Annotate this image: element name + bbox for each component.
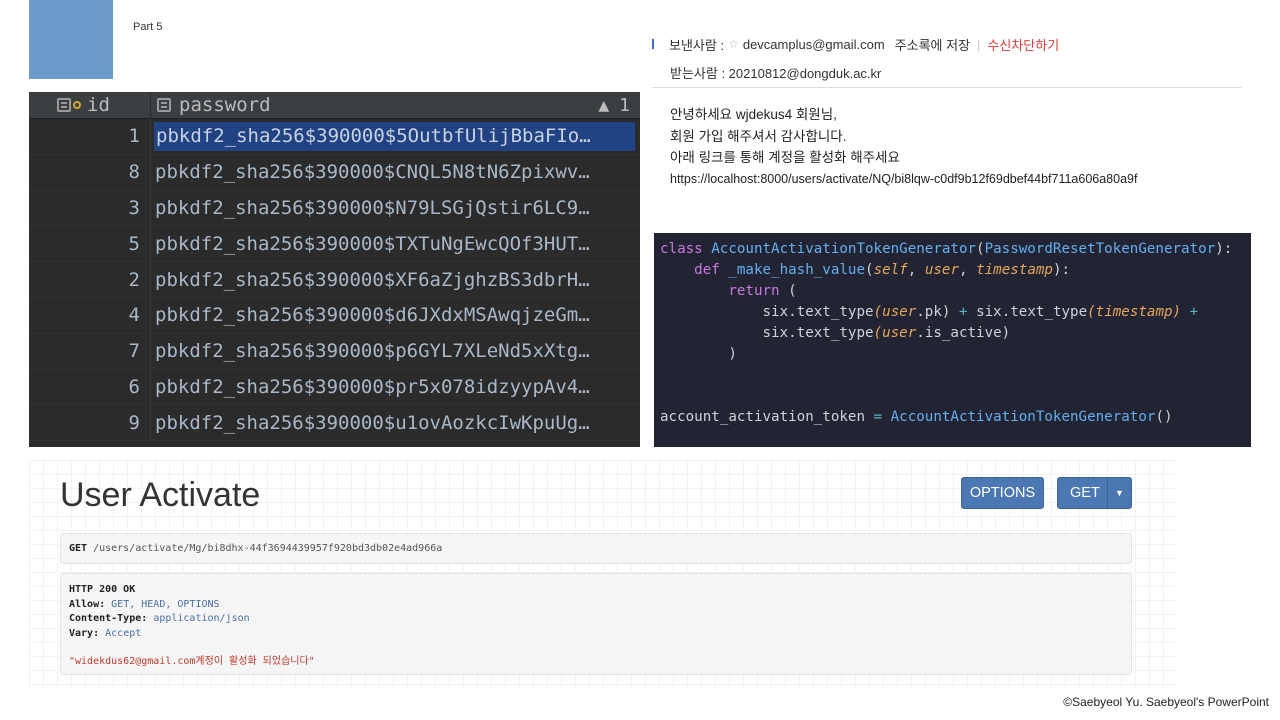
column-icon — [157, 98, 171, 112]
cell-id: 1 — [29, 119, 151, 154]
browsable-api-panel: User Activate OPTIONS GET ▼ GET /users/a… — [29, 460, 1177, 690]
code-line: six.text_type(user.is_active) — [762, 325, 1011, 341]
email-message: 보낸사람 : ☆ devcamplus@gmail.com 주소록에 저장 | … — [652, 30, 1242, 190]
column-password-label: password — [179, 94, 271, 116]
response-header: Allow: GET, HEAD, OPTIONS — [69, 598, 220, 610]
activation-link[interactable]: https://localhost:8000/users/activate/NQ… — [670, 169, 1242, 191]
table-row[interactable]: 9 pbkdf2_sha256$390000$u1ovAozkcIwKpuUg… — [29, 405, 640, 442]
table-row[interactable]: 3 pbkdf2_sha256$390000$N79LSGjQstir6LC9… — [29, 190, 640, 227]
code-line: ) — [728, 346, 737, 362]
cell-password[interactable]: pbkdf2_sha256$390000$CNQL5N8tN6Zpixwv… — [151, 155, 640, 190]
column-id-label: id — [87, 94, 110, 116]
cell-password[interactable]: pbkdf2_sha256$390000$u1ovAozkcIwKpuUg… — [151, 405, 640, 440]
column-icon — [57, 98, 71, 112]
response-info: HTTP 200 OK Allow: GET, HEAD, OPTIONS Co… — [60, 573, 1132, 675]
menu-icon[interactable] — [652, 39, 661, 49]
cell-password[interactable]: pbkdf2_sha256$390000$XF6aZjghzBS3dbrH… — [151, 262, 640, 297]
get-button[interactable]: GET ▼ — [1057, 477, 1132, 509]
code-line: class AccountActivationTokenGenerator(Pa… — [660, 241, 1233, 257]
code-line: account_activation_token = AccountActiva… — [660, 409, 1173, 425]
sort-up-icon: ▲ — [598, 94, 610, 116]
key-icon — [73, 101, 81, 109]
code-snippet: class AccountActivationTokenGenerator(Pa… — [654, 233, 1251, 447]
table-row[interactable]: 6 pbkdf2_sha256$390000$pr5x078idzyypAv4… — [29, 369, 640, 406]
cell-password[interactable]: pbkdf2_sha256$390000$pr5x078idzyypAv4… — [151, 370, 640, 405]
cell-password[interactable]: pbkdf2_sha256$390000$5OutbfUlijBbaFIo… — [154, 121, 635, 151]
cell-password[interactable]: pbkdf2_sha256$390000$TXTuNgEwcQOf3HUT… — [151, 226, 640, 261]
request-url[interactable]: /users/activate/Mg/bi8dhx-44f3694439957f… — [93, 543, 442, 554]
db-header: id password ▲ 1 — [29, 92, 640, 119]
cell-id: 3 — [29, 190, 151, 226]
star-icon[interactable]: ☆ — [728, 37, 739, 51]
mail-to-row: 받는사람 : 20210812@dongduk.ac.kr — [670, 65, 882, 81]
slide-footer: ©Saebyeol Yu. Saebyeol's PowerPoint — [1063, 695, 1269, 709]
save-contact-link[interactable]: 주소록에 저장 — [895, 35, 970, 54]
cell-id: 5 — [29, 226, 151, 262]
column-header-id[interactable]: id — [29, 92, 151, 118]
caret-down-icon[interactable]: ▼ — [1107, 478, 1131, 508]
cell-password[interactable]: pbkdf2_sha256$390000$N79LSGjQstir6LC9… — [151, 191, 640, 226]
sort-indicator[interactable]: ▲ 1 — [598, 95, 640, 116]
options-button[interactable]: OPTIONS — [961, 477, 1044, 509]
code-line: six.text_type(user.pk) + six.text_type(t… — [762, 304, 1199, 320]
response-status: HTTP 200 OK — [69, 584, 136, 595]
cell-id: 6 — [29, 369, 151, 405]
table-row[interactable]: 1 pbkdf2_sha256$390000$5OutbfUlijBbaFIo… — [29, 119, 640, 155]
table-row[interactable]: 2 pbkdf2_sha256$390000$XF6aZjghzBS3dbrH… — [29, 262, 640, 298]
db-results-table: id password ▲ 1 1 pbkdf2_sha256$390000$5Ou… — [29, 92, 640, 447]
get-button-label: GET — [1070, 485, 1100, 501]
from-label: 보낸사람 : — [669, 37, 725, 53]
mail-body-line: 안녕하세요 wjdekus4 회원님, — [670, 107, 837, 122]
table-row[interactable]: 5 pbkdf2_sha256$390000$TXTuNgEwcQOf3HUT… — [29, 226, 640, 263]
cell-id: 7 — [29, 333, 151, 369]
response-body: "widekdus62@gmail.com계정이 활성화 되었습니다" — [69, 656, 315, 667]
request-info: GET /users/activate/Mg/bi8dhx-44f3694439… — [60, 533, 1132, 564]
cell-password[interactable]: pbkdf2_sha256$390000$d6JXdxMSAwqjzeGm… — [151, 298, 640, 333]
table-row[interactable]: 4 pbkdf2_sha256$390000$d6JXdxMSAwqjzeGm… — [29, 297, 640, 334]
cell-id: 9 — [29, 405, 151, 441]
mail-body-line: 회원 가입 해주셔서 감사합니다. — [670, 128, 847, 144]
request-method: GET — [69, 543, 88, 554]
separator: | — [977, 36, 981, 52]
column-header-password[interactable]: password ▲ 1 — [151, 92, 640, 118]
mail-body-line: 아래 링크를 통해 계정을 활성화 해주세요 — [670, 150, 900, 165]
from-address[interactable]: devcamplus@gmail.com — [743, 37, 885, 52]
table-row[interactable]: 8 pbkdf2_sha256$390000$CNQL5N8tN6Zpixwv… — [29, 154, 640, 191]
block-sender-link[interactable]: 수신차단하기 — [987, 35, 1059, 54]
code-line: return ( — [728, 283, 797, 299]
page-title: User Activate — [60, 476, 261, 514]
cell-id: 8 — [29, 154, 151, 190]
cell-id: 2 — [29, 262, 151, 297]
response-header: Vary: Accept — [69, 627, 142, 639]
cell-password[interactable]: pbkdf2_sha256$390000$p6GYL7XLeNd5xXtg… — [151, 334, 640, 369]
mail-from-row: 보낸사람 : ☆ devcamplus@gmail.com 주소록에 저장 | … — [652, 30, 1242, 58]
response-header: Content-Type: application/json — [69, 613, 250, 624]
mail-body: 안녕하세요 wjdekus4 회원님, 회원 가입 해주셔서 감사합니다. 아래… — [652, 104, 1242, 190]
part-label: Part 5 — [133, 21, 163, 33]
divider — [652, 87, 1242, 88]
cell-id: 4 — [29, 297, 151, 333]
table-row[interactable]: 7 pbkdf2_sha256$390000$p6GYL7XLeNd5xXtg… — [29, 333, 640, 370]
code-line: def _make_hash_value(self, user, timesta… — [694, 262, 1071, 278]
slide-accent-block — [29, 0, 113, 79]
